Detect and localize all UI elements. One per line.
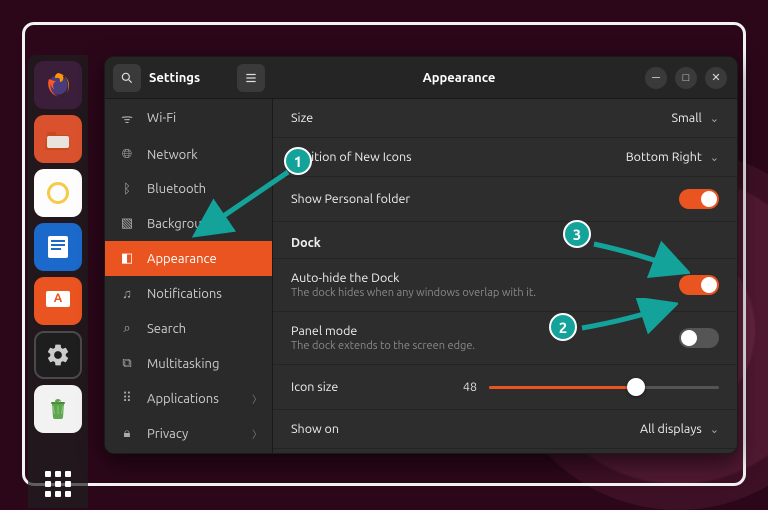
ubuntu-dock: [28, 55, 88, 508]
sidebar-item-label: Multitasking: [147, 357, 219, 371]
setting-label: Size: [291, 111, 313, 125]
setting-value: All displays: [640, 422, 702, 436]
search-button[interactable]: [113, 64, 141, 92]
setting-label: Icon size: [291, 380, 441, 394]
dock-app-ubuntu-software[interactable]: [34, 277, 82, 325]
sidebar-item-notifications[interactable]: ♫ Notifications: [105, 276, 272, 311]
maximize-button[interactable]: □: [675, 67, 697, 89]
chevron-down-icon: ⌄: [710, 112, 719, 125]
setting-sublabel: The dock extends to the screen edge.: [291, 340, 475, 352]
titlebar: Settings Appearance ─ □ ✕: [105, 57, 737, 99]
chevron-right-icon: 〉: [252, 426, 262, 441]
setting-label: Show Personal folder: [291, 192, 410, 206]
sidebar-item-label: Appearance: [147, 252, 217, 266]
setting-value: Bottom Right: [626, 150, 702, 164]
sidebar-item-multitasking[interactable]: ⧉ Multitasking: [105, 346, 272, 381]
lock-icon: 🔒︎: [119, 426, 135, 441]
toggle-panel-mode[interactable]: [679, 328, 719, 348]
sidebar-item-privacy[interactable]: 🔒︎ Privacy 〉: [105, 416, 272, 451]
hamburger-menu-button[interactable]: [237, 64, 265, 92]
section-header-dock: Dock: [273, 222, 737, 259]
sidebar-item-network[interactable]: 🌐︎ Network: [105, 137, 272, 172]
applications-icon: ⠿: [119, 391, 135, 406]
setting-value: Small: [671, 111, 701, 125]
appearance-icon: ◧: [119, 251, 135, 266]
setting-row-position-new-icons[interactable]: Position of New Icons Bottom Right⌄: [273, 138, 737, 177]
sidebar-item-label: Notifications: [147, 287, 222, 301]
icon-size-slider[interactable]: [489, 377, 719, 397]
settings-content: Size Small⌄ Position of New Icons Bottom…: [273, 99, 737, 453]
dock-app-trash[interactable]: [34, 385, 82, 433]
setting-label: Panel mode: [291, 324, 475, 338]
sidebar-item-search[interactable]: ⌕ Search: [105, 311, 272, 346]
annotation-callout-2: 2: [549, 313, 577, 341]
setting-sublabel: The dock hides when any windows overlap …: [291, 287, 536, 299]
dock-show-applications[interactable]: [34, 460, 82, 508]
dock-app-settings[interactable]: [34, 331, 82, 379]
network-icon: 🌐︎: [119, 147, 135, 162]
sidebar-item-label: Network: [147, 148, 198, 162]
sidebar-item-appearance[interactable]: ◧ Appearance: [105, 241, 272, 276]
sidebar-item-label: Bluetooth: [147, 182, 206, 196]
multitasking-icon: ⧉: [119, 356, 135, 371]
sidebar-item-bluetooth[interactable]: ᛒ Bluetooth: [105, 172, 272, 206]
dock-app-firefox[interactable]: [34, 61, 82, 109]
setting-row-position-on-screen[interactable]: Position on screen Left⌄: [273, 449, 737, 453]
chevron-down-icon: ⌄: [710, 423, 719, 436]
chevron-right-icon: 〉: [252, 391, 262, 406]
setting-row-icon-size: Icon size 48: [273, 365, 737, 410]
sidebar-item-label: Applications: [147, 392, 219, 406]
setting-row-auto-hide-dock: Auto-hide the Dock The dock hides when a…: [273, 259, 737, 312]
dock-app-libreoffice-writer[interactable]: [34, 223, 82, 271]
bluetooth-icon: ᛒ: [119, 182, 135, 196]
page-title: Appearance: [273, 71, 645, 85]
bell-icon: ♫: [119, 286, 135, 301]
sidebar-item-label: Wi-Fi: [147, 111, 176, 125]
setting-row-show-personal-folder: Show Personal folder: [273, 177, 737, 222]
setting-row-show-on[interactable]: Show on All displays ⌄: [273, 410, 737, 449]
sidebar-item-online-accounts[interactable]: ☁Online Accounts: [105, 451, 272, 453]
annotation-callout-3: 3: [563, 220, 591, 248]
sidebar-item-label: Background: [147, 217, 217, 231]
sidebar-item-label: Search: [147, 322, 186, 336]
sidebar-item-background[interactable]: ▧ Background: [105, 206, 272, 241]
sidebar-item-applications[interactable]: ⠿ Applications 〉: [105, 381, 272, 416]
setting-label: Show on: [291, 422, 339, 436]
background-icon: ▧: [119, 216, 135, 231]
settings-window: Settings Appearance ─ □ ✕ ᯤ Wi-Fi 🌐︎ Netwo…: [104, 56, 738, 454]
toggle-auto-hide-dock[interactable]: [679, 275, 719, 295]
sidebar-item-wifi[interactable]: ᯤ Wi-Fi: [105, 99, 272, 137]
search-icon: ⌕: [119, 321, 135, 336]
window-title: Settings: [149, 71, 229, 85]
chevron-down-icon: ⌄: [710, 151, 719, 164]
setting-row-panel-mode: Panel mode The dock extends to the scree…: [273, 312, 737, 365]
wifi-icon: ᯤ: [119, 109, 135, 127]
settings-sidebar: ᯤWi-Fi 🌐︎Network ᛒBluetooth ▧Background …: [105, 99, 273, 453]
dock-app-files[interactable]: [34, 115, 82, 163]
close-button[interactable]: ✕: [705, 67, 727, 89]
setting-row-size[interactable]: Size Small ⌄: [273, 99, 737, 138]
setting-label: Auto-hide the Dock: [291, 271, 536, 285]
slider-value: 48: [453, 380, 477, 394]
sidebar-item-label: Privacy: [147, 427, 188, 441]
toggle-show-personal-folder[interactable]: [679, 189, 719, 209]
annotation-callout-1: 1: [284, 147, 312, 175]
dock-app-rhythmbox[interactable]: [34, 169, 82, 217]
minimize-button[interactable]: ─: [645, 67, 667, 89]
